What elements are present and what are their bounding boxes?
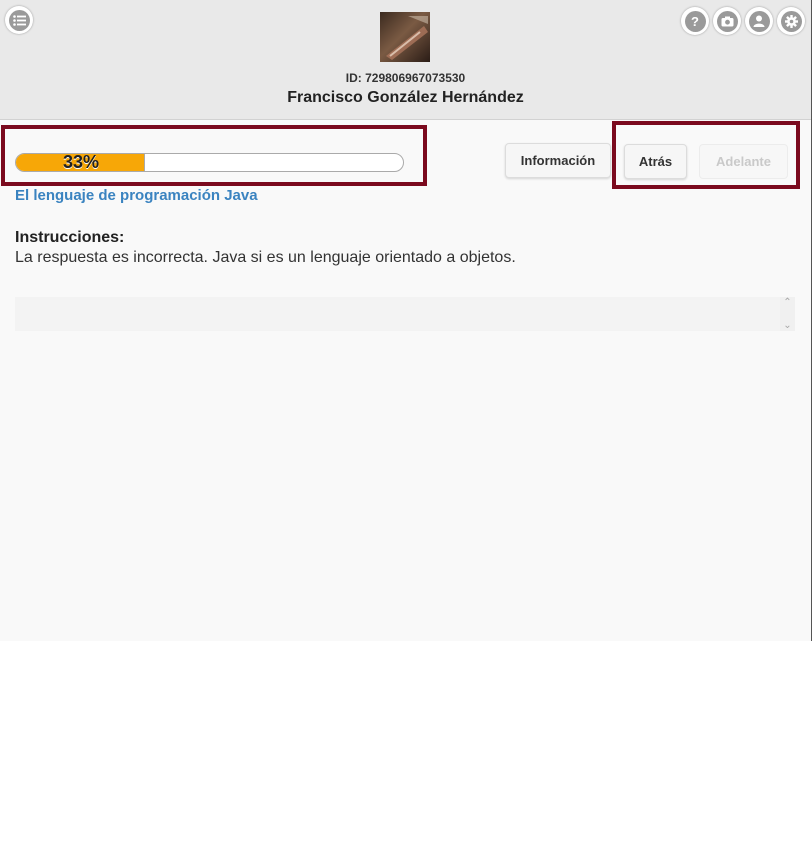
scrollbar[interactable]: ⌃ ⌄ (780, 297, 795, 331)
user-id: ID: 729806967073530 (345, 71, 466, 85)
back-button[interactable]: Atrás (624, 144, 687, 179)
header: ID: 729806967073530 Francisco González H… (0, 0, 811, 120)
info-button[interactable]: Información (505, 143, 611, 178)
instructions-heading: Instrucciones: (15, 229, 125, 246)
avatar (380, 12, 430, 62)
user-icon (748, 10, 770, 32)
app-window: ID: 729806967073530 Francisco González H… (0, 0, 812, 641)
list-icon (8, 9, 30, 31)
instructions-text: La respuesta es incorrecta. Java si es u… (15, 249, 516, 266)
camera-icon (716, 10, 738, 32)
scroll-up-icon[interactable]: ⌃ (783, 297, 791, 308)
next-button[interactable]: Adelante (699, 144, 788, 179)
gear-icon (780, 10, 802, 32)
progress-bar: 33% (15, 153, 404, 172)
lesson-title[interactable]: El lenguaje de programación Java (15, 187, 258, 204)
menu-button[interactable] (5, 6, 33, 34)
scroll-down-icon[interactable]: ⌄ (783, 320, 791, 331)
question-icon: ? (684, 10, 706, 32)
profile-button[interactable] (745, 7, 773, 35)
content-scroll-area[interactable]: ⌃ ⌄ (15, 297, 795, 331)
settings-button[interactable] (777, 7, 805, 35)
help-button[interactable]: ? (681, 7, 709, 35)
camera-button[interactable] (713, 7, 741, 35)
user-name: Francisco González Hernández (287, 89, 524, 106)
progress-label: 33% (62, 153, 100, 172)
